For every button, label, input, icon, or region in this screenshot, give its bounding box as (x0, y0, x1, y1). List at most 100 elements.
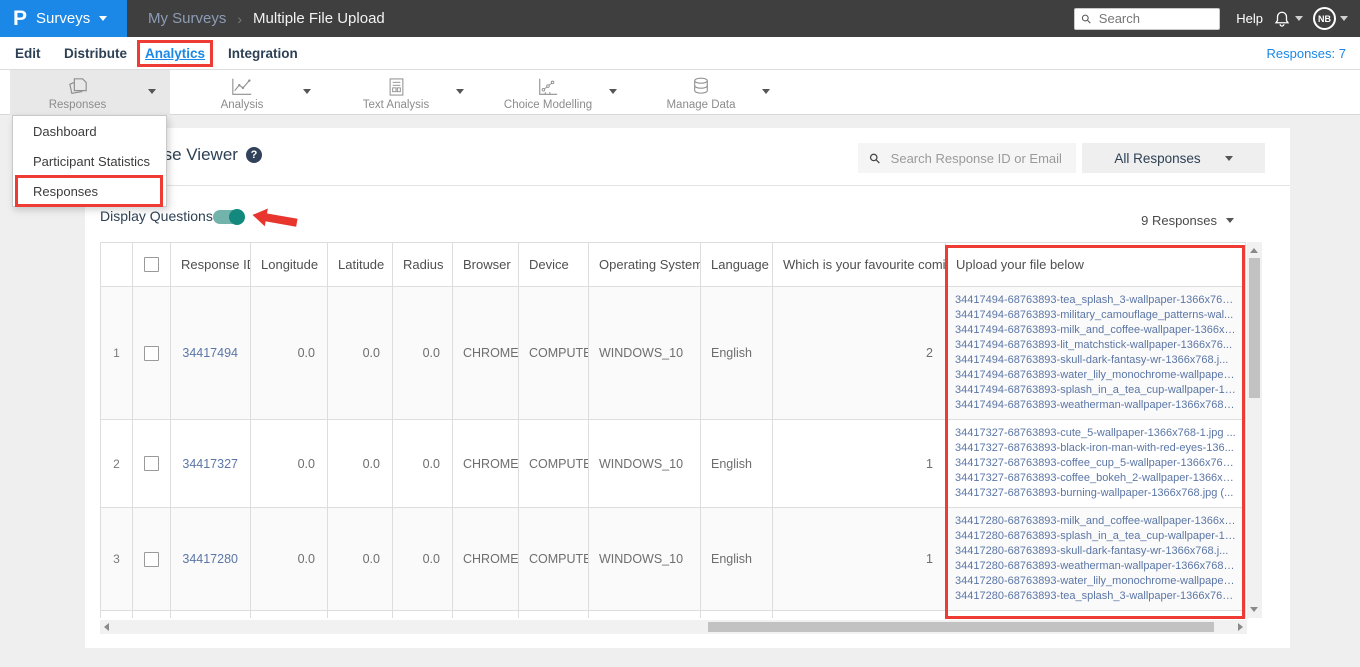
scroll-down-arrow[interactable] (1250, 607, 1258, 612)
file-link[interactable]: 34417327-68763893-coffee_bokeh_2-wallpap… (955, 471, 1236, 486)
response-search-box[interactable] (858, 143, 1076, 173)
toggle-knob (229, 209, 245, 225)
col-device[interactable]: Device (518, 242, 589, 287)
tab-edit[interactable]: Edit (15, 37, 41, 70)
surveys-product-switcher[interactable]: P Surveys (0, 0, 127, 37)
browser-cell: CHROME (452, 507, 519, 611)
responses-dropdown-menu: Dashboard Participant Statistics Respons… (12, 115, 167, 207)
latitude-cell: 0.0 (327, 286, 393, 420)
scroll-up-arrow[interactable] (1250, 248, 1258, 253)
scroll-right-arrow[interactable] (1238, 623, 1243, 631)
bell-icon (1274, 11, 1290, 27)
tool-text-analysis[interactable]: Text Analysis (336, 72, 456, 115)
menu-item-responses[interactable]: Responses (13, 175, 166, 207)
device-cell: COMPUTER (518, 507, 589, 611)
responses-count-dropdown[interactable]: 9 Responses (1141, 213, 1234, 228)
chevron-down-icon (1295, 16, 1303, 21)
file-link[interactable]: 34417280-68763893-skull-dark-fantasy-wr-… (955, 544, 1236, 559)
tool-analysis-caret[interactable] (303, 89, 311, 94)
tab-integration[interactable]: Integration (228, 37, 298, 70)
breadcrumb-separator: › (237, 10, 243, 27)
menu-item-responses-label: Responses (33, 183, 99, 199)
tool-analysis[interactable]: Analysis (182, 72, 302, 115)
file-link[interactable]: 34417494-68763893-tea_splash_3-wallpaper… (955, 293, 1236, 308)
upload-files-cell: 34417327-68763893-cute_5-wallpaper-1366x… (945, 419, 1246, 508)
breadcrumb: My Surveys › Multiple File Upload (148, 10, 385, 27)
file-link[interactable]: 34417327-68763893-burning-wallpaper-1366… (955, 486, 1236, 501)
responses-stack-icon (68, 77, 87, 94)
col-response-id[interactable]: Response ID (170, 242, 251, 287)
database-icon (694, 77, 708, 94)
row-checkbox[interactable] (144, 345, 159, 361)
tab-analytics[interactable]: Analytics (137, 37, 214, 70)
response-search-input[interactable] (888, 149, 1065, 167)
tool-choice-modelling-caret[interactable] (609, 89, 617, 94)
file-link[interactable]: 34417494-68763893-skull-dark-fantasy-wr-… (955, 353, 1236, 368)
file-link[interactable]: 34417327-68763893-black-iron-man-with-re… (955, 441, 1236, 456)
horizontal-scroll-thumb[interactable] (708, 622, 1214, 632)
file-link[interactable]: 34417327-68763893-cute_5-wallpaper-1366x… (955, 426, 1236, 441)
tool-responses-caret[interactable] (148, 89, 156, 94)
breadcrumb-survey-name: Multiple File Upload (253, 10, 385, 27)
file-link[interactable]: 34417280-68763893-tea_splash_3-wallpaper… (955, 589, 1236, 604)
display-questions-toggle[interactable] (213, 209, 245, 225)
file-link[interactable]: 34417247-68763893-military_camouflage_pa… (955, 617, 1236, 618)
col-operating-system[interactable]: Operating System (588, 242, 701, 287)
row-checkbox[interactable] (144, 456, 159, 471)
comics-answer-cell (772, 610, 946, 618)
longitude-cell: 0.0 (250, 286, 328, 420)
file-link[interactable]: 34417494-68763893-weatherman-wallpaper-1… (955, 398, 1236, 413)
response-id-link[interactable]: 34417327 (182, 457, 238, 471)
notifications-button[interactable] (1273, 9, 1303, 29)
file-link[interactable]: 34417280-68763893-milk_and_coffee-wallpa… (955, 514, 1236, 529)
col-radius[interactable]: Radius (392, 242, 453, 287)
account-menu-button[interactable]: NB (1313, 7, 1348, 30)
file-link[interactable]: 34417494-68763893-water_lily_monochrome-… (955, 368, 1236, 383)
os-cell: WINDOWS_10 (588, 419, 701, 508)
col-which-is-your-favourite-comics-[interactable]: Which is your favourite comics? (772, 242, 946, 287)
all-responses-filter[interactable]: All Responses (1082, 143, 1265, 173)
response-id-link[interactable]: 34417280 (182, 552, 238, 566)
response-id-link[interactable]: 34417494 (182, 346, 238, 360)
tool-text-analysis-caret[interactable] (456, 89, 464, 94)
menu-item-participant-statistics-label: Participant Statistics (33, 153, 151, 169)
breadcrumb-my-surveys[interactable]: My Surveys (148, 10, 226, 27)
tab-distribute[interactable]: Distribute (64, 37, 127, 70)
col-upload-your-file-below[interactable]: Upload your file below (945, 242, 1246, 287)
latitude-cell (327, 610, 393, 618)
topbar-right-group: Help NB (1074, 7, 1360, 30)
tool-manage-data[interactable]: Manage Data (641, 72, 761, 115)
file-link[interactable]: 34417280-68763893-splash_in_a_tea_cup-wa… (955, 529, 1236, 544)
scroll-left-arrow[interactable] (104, 623, 109, 631)
row-checkbox[interactable] (144, 551, 159, 567)
menu-item-dashboard[interactable]: Dashboard (13, 116, 166, 146)
vertical-scroll-thumb[interactable] (1249, 258, 1260, 398)
radius-cell: 0.0 (392, 419, 453, 508)
latitude-cell: 0.0 (327, 507, 393, 611)
col-latitude[interactable]: Latitude (327, 242, 393, 287)
file-link[interactable]: 34417280-68763893-water_lily_monochrome-… (955, 574, 1236, 589)
global-search-box[interactable] (1074, 7, 1221, 30)
col-language[interactable]: Language (700, 242, 773, 287)
file-link[interactable]: 34417494-68763893-military_camouflage_pa… (955, 308, 1236, 323)
menu-item-participant-statistics[interactable]: Participant Statistics (13, 146, 166, 176)
tool-manage-data-caret[interactable] (762, 89, 770, 94)
file-link[interactable]: 34417327-68763893-coffee_cup_5-wallpaper… (955, 456, 1236, 471)
row-checkbox-cell (132, 419, 171, 508)
help-icon[interactable]: ? (245, 147, 262, 163)
col-longitude[interactable]: Longitude (250, 242, 328, 287)
file-link[interactable]: 34417494-68763893-splash_in_a_tea_cup-wa… (955, 383, 1236, 398)
survey-nav: Edit Distribute Analytics Integration Re… (0, 37, 1360, 70)
file-link[interactable]: 34417280-68763893-weatherman-wallpaper-1… (955, 559, 1236, 574)
global-search-input[interactable] (1096, 10, 1214, 27)
help-link[interactable]: Help (1236, 11, 1263, 26)
file-link[interactable]: 34417494-68763893-lit_matchstick-wallpap… (955, 338, 1236, 353)
tool-responses[interactable]: Responses (10, 72, 145, 115)
tool-choice-modelling[interactable]: Choice Modelling (488, 72, 608, 115)
vertical-scrollbar (1247, 242, 1262, 618)
select-all-checkbox[interactable] (144, 257, 159, 272)
file-link[interactable]: 34417494-68763893-milk_and_coffee-wallpa… (955, 323, 1236, 338)
browser-cell: CHROME (452, 419, 519, 508)
col-browser[interactable]: Browser (452, 242, 519, 287)
os-cell: WINDOWS_10 (588, 286, 701, 420)
